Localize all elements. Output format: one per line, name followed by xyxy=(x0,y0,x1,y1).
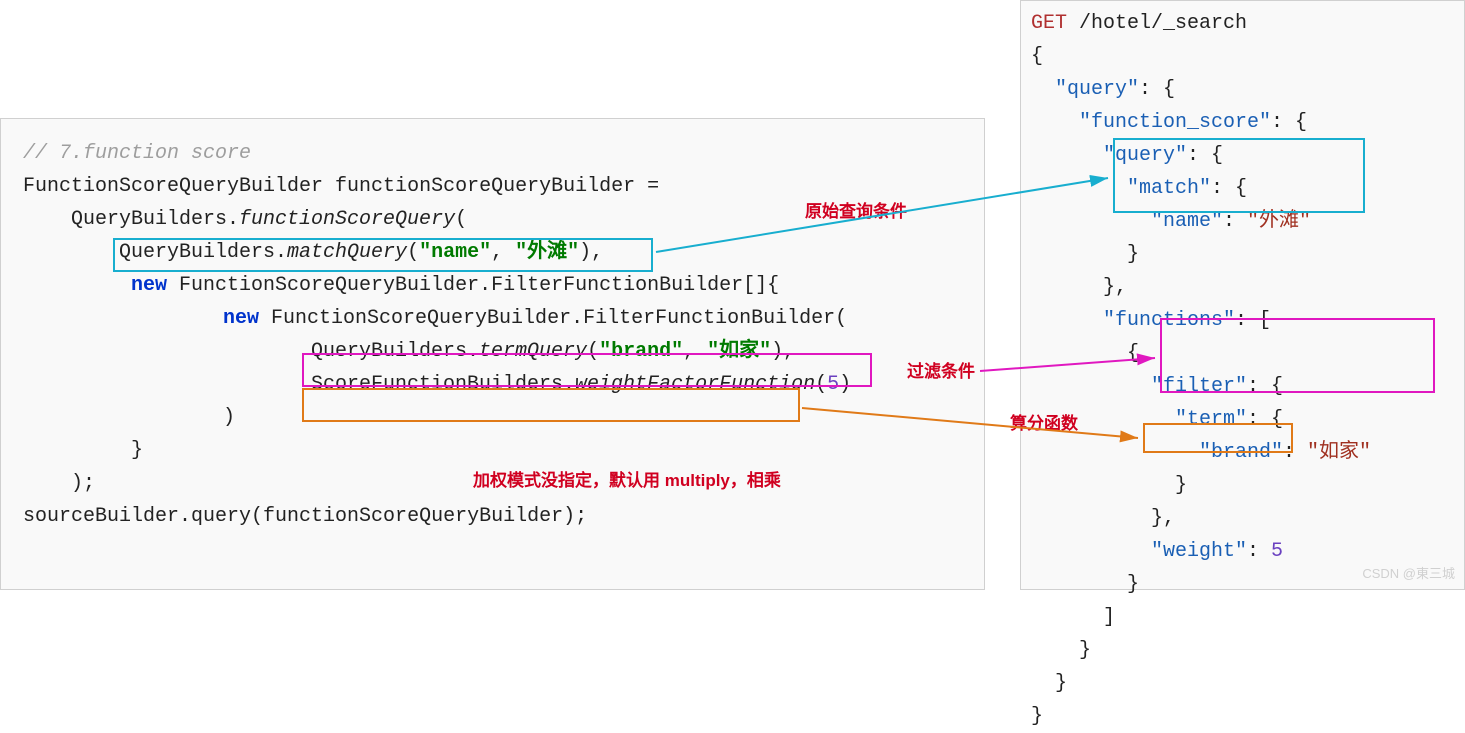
highlight-match-java xyxy=(113,238,653,272)
code-comment: // 7.function score xyxy=(23,137,962,170)
annotation-weight-mode: 加权模式没指定，默认用 multiply，相乘 xyxy=(473,467,781,495)
annotation-score-fn: 算分函数 xyxy=(1010,410,1078,438)
code-line: } xyxy=(1031,667,1454,700)
code-line: { xyxy=(1031,40,1454,73)
code-line: GET /hotel/_search xyxy=(1031,7,1454,40)
highlight-weight-java xyxy=(302,388,800,422)
highlight-weight-json xyxy=(1143,423,1293,453)
code-line: } xyxy=(23,434,962,467)
code-line: "function_score": { xyxy=(1031,106,1454,139)
highlight-term-json xyxy=(1160,318,1435,393)
watermark: CSDN @東三城 xyxy=(1362,563,1455,584)
highlight-match-json xyxy=(1113,138,1365,213)
code-line: }, xyxy=(1031,271,1454,304)
code-line: new FunctionScoreQueryBuilder.FilterFunc… xyxy=(23,269,962,302)
code-line: } xyxy=(1031,634,1454,667)
highlight-term-java xyxy=(302,353,872,387)
annotation-filter: 过滤条件 xyxy=(907,358,975,386)
code-line: sourceBuilder.query(functionScoreQueryBu… xyxy=(23,500,962,533)
code-line: } xyxy=(1031,238,1454,271)
annotation-original-query: 原始查询条件 xyxy=(805,198,907,226)
code-line: ] xyxy=(1031,601,1454,634)
json-code-panel: GET /hotel/_search { "query": { "functio… xyxy=(1020,0,1465,590)
code-line: }, xyxy=(1031,502,1454,535)
code-line: } xyxy=(1031,700,1454,733)
code-line: "query": { xyxy=(1031,73,1454,106)
code-line: new FunctionScoreQueryBuilder.FilterFunc… xyxy=(23,302,962,335)
code-line: } xyxy=(1031,469,1454,502)
